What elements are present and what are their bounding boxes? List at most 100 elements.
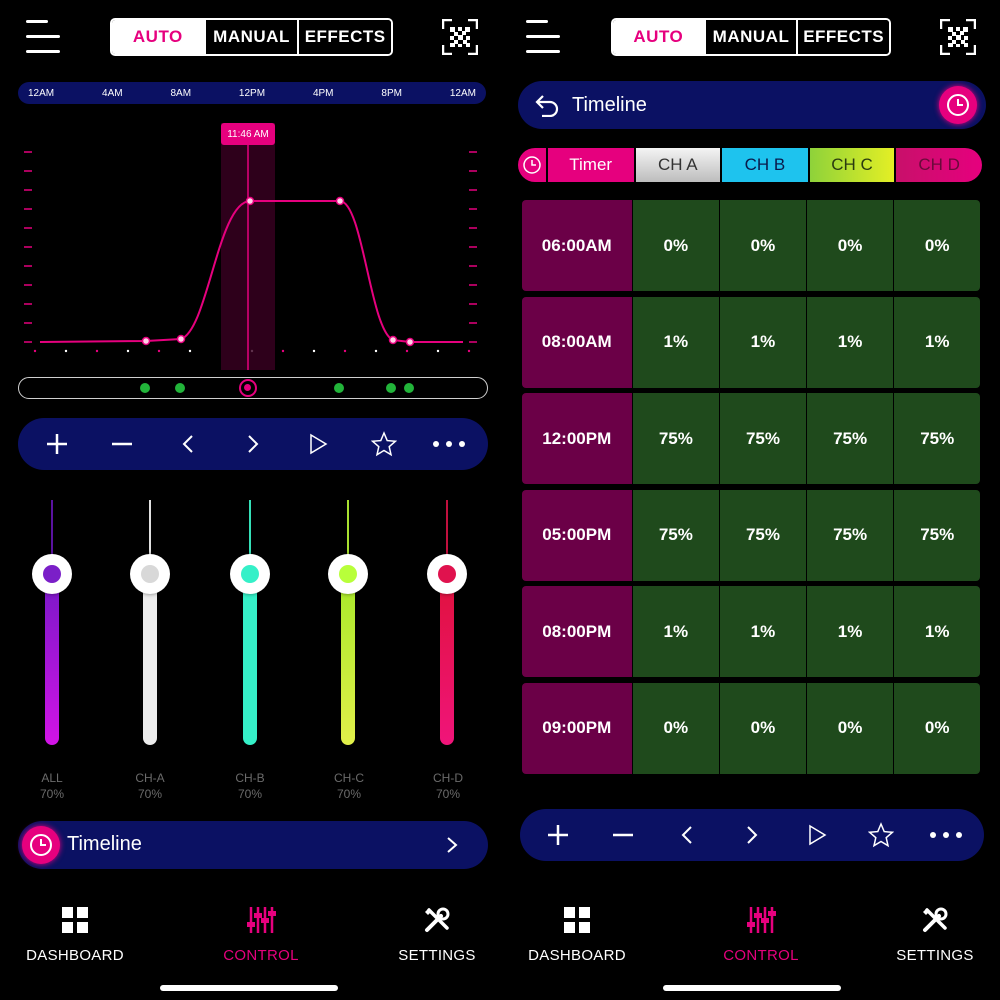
channel-value: 70% [137,787,163,801]
nav-label: CONTROL [223,947,299,964]
keyframe-dot[interactable] [140,383,150,393]
star-icon[interactable] [361,421,407,467]
row-time[interactable]: 06:00AM [522,200,632,291]
remove-icon[interactable] [600,812,646,858]
channel-slider-ch-b[interactable] [227,500,273,760]
menu-icon[interactable] [26,20,62,54]
qr-code-icon[interactable] [940,19,976,55]
channel-slider-ch-c[interactable] [325,500,371,760]
channel-name: CH-C [334,771,364,785]
nav-dashboard[interactable]: DASHBOARD [0,903,150,964]
nav-control[interactable]: CONTROL [686,903,836,964]
tab-effects[interactable]: EFFECTS [796,20,889,54]
nav-dashboard[interactable]: DASHBOARD [502,903,652,964]
cell-ch-a[interactable]: 75% [633,489,719,581]
keyframe-dot[interactable] [334,383,344,393]
cell-ch-d[interactable]: 1% [894,296,981,388]
cell-ch-d[interactable]: 75% [894,489,981,581]
clock-icon[interactable] [939,86,977,124]
cell-ch-d[interactable]: 0% [894,682,981,774]
chevron-left-icon[interactable] [664,812,710,858]
chevron-right-icon[interactable] [230,421,276,467]
row-time[interactable]: 09:00PM [522,682,632,774]
play-icon[interactable] [295,421,341,467]
cell-ch-b[interactable]: 75% [720,393,806,484]
slider-knob[interactable] [427,554,467,594]
add-icon[interactable] [34,421,80,467]
table-row: 08:00AM 1% 1% 1% 1% [522,296,981,388]
back-icon[interactable] [534,93,560,117]
column-header-ch-a[interactable]: CH A [635,148,721,182]
nav-label: DASHBOARD [528,947,626,964]
timeline-scrubber[interactable] [18,377,488,399]
row-time[interactable]: 05:00PM [522,489,632,581]
slider-knob[interactable] [32,554,72,594]
table-row: 05:00PM 75% 75% 75% 75% [522,489,981,581]
nav-settings[interactable]: SETTINGS [362,903,500,964]
slider-knob[interactable] [130,554,170,594]
tab-auto[interactable]: AUTO [613,20,704,54]
tab-manual[interactable]: MANUAL [703,20,797,54]
add-icon[interactable] [535,812,581,858]
cell-ch-a[interactable]: 0% [633,200,719,291]
cell-ch-c[interactable]: 0% [807,682,893,774]
channel-label-ch-a: CH-A 70% [110,770,190,802]
keyframe-dot[interactable] [386,383,396,393]
more-icon[interactable] [923,812,969,858]
cell-ch-a[interactable]: 1% [633,296,719,388]
remove-icon[interactable] [99,421,145,467]
row-time[interactable]: 08:00AM [522,296,632,388]
cell-ch-b[interactable]: 1% [720,586,806,677]
star-icon[interactable] [858,812,904,858]
tab-manual[interactable]: MANUAL [203,20,298,54]
play-icon[interactable] [794,812,840,858]
time-tick: 8PM [381,87,402,99]
scrubber-thumb[interactable] [239,379,257,397]
row-time[interactable]: 08:00PM [522,586,632,677]
nav-settings[interactable]: SETTINGS [860,903,1000,964]
channel-name: CH-B [235,771,265,785]
column-header-ch-c[interactable]: CH C [809,148,895,182]
time-tick: 4PM [312,87,334,99]
cell-ch-b[interactable]: 1% [720,296,806,388]
column-header-ch-d[interactable]: CH D [896,148,982,182]
intensity-graph[interactable] [18,120,488,370]
chevron-left-icon[interactable] [165,421,211,467]
cell-ch-b[interactable]: 75% [720,489,806,581]
slider-knob[interactable] [230,554,270,594]
channel-value: 70% [237,787,263,801]
qr-code-icon[interactable] [442,19,478,55]
channel-label-all: ALL 70% [12,770,92,802]
timeline-button[interactable]: Timeline [18,821,488,869]
chevron-right-icon[interactable] [729,812,775,858]
tab-effects[interactable]: EFFECTS [297,20,391,54]
table-row: 06:00AM 0% 0% 0% 0% [522,200,981,291]
column-header-ch-b[interactable]: CH B [722,148,808,182]
slider-knob[interactable] [328,554,368,594]
keyframe-dot[interactable] [404,383,414,393]
channel-slider-ch-d[interactable] [424,500,470,760]
tab-auto[interactable]: AUTO [112,20,204,54]
cell-ch-c[interactable]: 75% [807,489,893,581]
channel-slider-ch-a[interactable] [127,500,173,760]
row-time[interactable]: 12:00PM [522,393,632,484]
cell-ch-c[interactable]: 1% [807,586,893,677]
more-icon[interactable] [426,421,472,467]
cell-ch-a[interactable]: 1% [633,586,719,677]
cell-ch-c[interactable]: 0% [807,200,893,291]
cell-ch-b[interactable]: 0% [720,682,806,774]
cell-ch-a[interactable]: 75% [633,393,719,484]
cell-ch-a[interactable]: 0% [633,682,719,774]
keyframe-dot[interactable] [175,383,185,393]
channel-slider-all[interactable] [29,500,75,760]
cell-ch-d[interactable]: 0% [894,200,981,291]
time-tick: 12PM [238,87,266,99]
cell-ch-b[interactable]: 0% [720,200,806,291]
column-header-timer[interactable]: Timer [547,148,634,182]
nav-control[interactable]: CONTROL [186,903,336,964]
menu-icon[interactable] [526,20,562,54]
cell-ch-c[interactable]: 1% [807,296,893,388]
cell-ch-c[interactable]: 75% [807,393,893,484]
cell-ch-d[interactable]: 1% [894,586,981,677]
cell-ch-d[interactable]: 75% [894,393,981,484]
